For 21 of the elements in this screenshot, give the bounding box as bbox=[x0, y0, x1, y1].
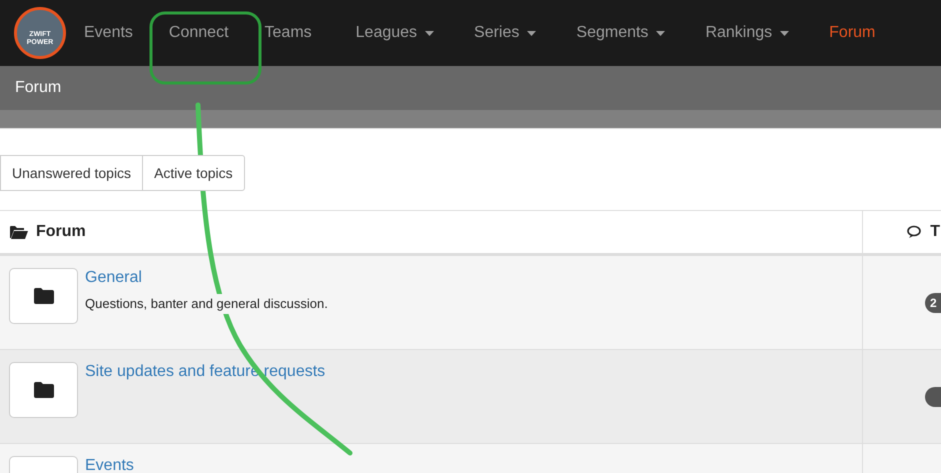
folder-icon bbox=[32, 381, 54, 399]
nav-link[interactable]: Connect bbox=[154, 21, 243, 45]
nav-link[interactable]: Forum bbox=[815, 21, 890, 45]
forum-title-link[interactable]: Events bbox=[85, 456, 134, 473]
nav-link[interactable]: Events bbox=[70, 21, 147, 45]
column-header: Forum bbox=[36, 222, 86, 242]
nav-link[interactable]: Series bbox=[460, 21, 550, 45]
topic-count-badge: 2 bbox=[925, 292, 941, 312]
open-folder-icon bbox=[10, 225, 28, 239]
topic-count-badge bbox=[925, 386, 941, 406]
nav-link[interactable]: Segments bbox=[562, 21, 680, 45]
forum-description: Questions, banter and general discussion. bbox=[85, 294, 328, 314]
folder-icon bbox=[32, 287, 54, 305]
topic-filter-button[interactable]: Active topics bbox=[142, 155, 245, 191]
nav-link[interactable]: Leagues bbox=[342, 21, 448, 45]
nav-link[interactable]: Rankings bbox=[691, 21, 804, 45]
topic-filter-button[interactable]: Unanswered topics bbox=[0, 155, 144, 191]
forum-title-link[interactable]: General bbox=[85, 268, 328, 288]
nav-link[interactable]: Teams bbox=[250, 21, 326, 45]
column-header: T bbox=[930, 222, 940, 242]
page-title: Forum bbox=[15, 78, 62, 98]
